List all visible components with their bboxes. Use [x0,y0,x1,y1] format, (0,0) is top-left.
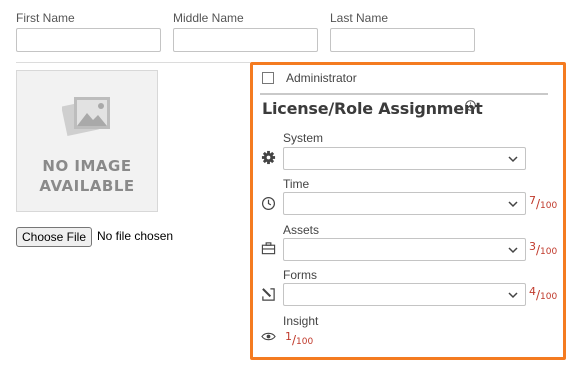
system-license-select[interactable] [283,147,526,170]
administrator-label: Administrator [286,71,357,85]
first-name-input[interactable] [16,28,161,52]
last-name-label: Last Name [330,11,389,25]
assets-license-count: 3/100 [529,240,558,257]
license-label-assets: Assets [283,223,320,237]
gear-icon [261,150,276,165]
forms-license-count: 4/100 [529,285,558,302]
clock-icon [261,196,276,211]
chevron-down-icon [508,156,518,163]
insight-license-count: 1/100 [285,330,314,347]
no-image-text: NO IMAGE [42,157,132,175]
license-label-insight: Insight [283,314,319,328]
forms-license-select[interactable] [283,283,526,306]
briefcase-icon [261,242,276,255]
chevron-down-icon [508,201,518,208]
file-status-text: No file chosen [97,229,174,243]
info-icon[interactable] [465,100,476,111]
available-text: AVAILABLE [39,177,135,195]
eye-icon [261,332,276,341]
picture-icon [62,97,110,136]
time-license-count: 7/100 [529,194,558,211]
first-name-label: First Name [16,11,75,25]
time-license-select[interactable] [283,192,526,215]
license-label-system: System [283,131,324,145]
last-name-input[interactable] [330,28,475,52]
divider [16,62,250,63]
form-edit-icon [262,288,275,301]
chevron-down-icon [508,292,518,299]
administrator-checkbox[interactable] [262,72,274,84]
license-label-time: Time [283,177,310,191]
profile-photo-placeholder: NO IMAGE AVAILABLE [16,70,158,212]
section-title: License/Role Assignment [262,99,483,118]
chevron-down-icon [508,247,518,254]
panel-divider [260,93,548,95]
choose-file-button[interactable]: Choose File [16,227,92,247]
middle-name-label: Middle Name [173,11,244,25]
middle-name-input[interactable] [173,28,318,52]
license-label-forms: Forms [283,268,317,282]
assets-license-select[interactable] [283,238,526,261]
